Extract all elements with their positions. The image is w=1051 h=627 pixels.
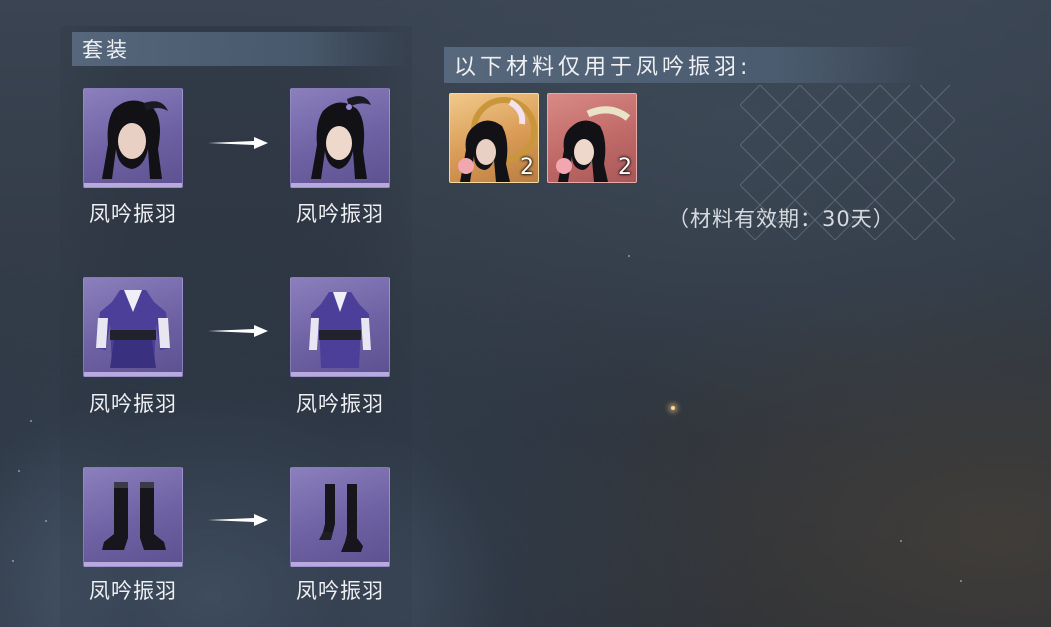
boots-icon [319,484,363,552]
slot-outfit-target[interactable] [290,277,390,377]
slot-hair-source[interactable] [83,88,183,188]
outfit-icon [96,290,170,368]
material-item-red[interactable]: 2 [547,93,637,183]
slot-hair-target[interactable] [290,88,390,188]
slot-label: 凤吟振羽 [89,392,177,416]
material-count: 2 [520,155,534,180]
star-speck [18,470,20,472]
slot-label: 凤吟振羽 [296,392,384,416]
arrow-right-icon [208,137,268,149]
star-speck [960,580,962,582]
star-glint [671,406,675,410]
slot-outfit-source[interactable] [83,277,183,377]
slot-label: 凤吟振羽 [89,579,177,603]
slot-boots-target[interactable] [290,467,390,567]
slot-boots-source[interactable] [83,467,183,567]
star-speck [30,420,32,422]
hairstyle-icon [102,100,168,179]
arrow-right-icon [208,325,268,337]
material-validity-text: （材料有效期：30天） [668,207,895,231]
slot-label: 凤吟振羽 [296,202,384,226]
slot-label: 凤吟振羽 [296,579,384,603]
star-speck [628,255,630,257]
hairstyle-icon [311,96,371,179]
arrow-right-icon [208,514,268,526]
suit-panel-title: 套装 [72,32,408,66]
outfit-icon [309,292,371,368]
star-speck [45,520,47,522]
star-speck [12,560,14,562]
slot-label: 凤吟振羽 [89,202,177,226]
star-speck [900,540,902,542]
materials-panel-title: 以下材料仅用于凤吟振羽: [444,47,924,83]
material-count: 2 [618,155,632,180]
boots-icon [102,482,166,550]
material-item-gold[interactable]: 2 [449,93,539,183]
